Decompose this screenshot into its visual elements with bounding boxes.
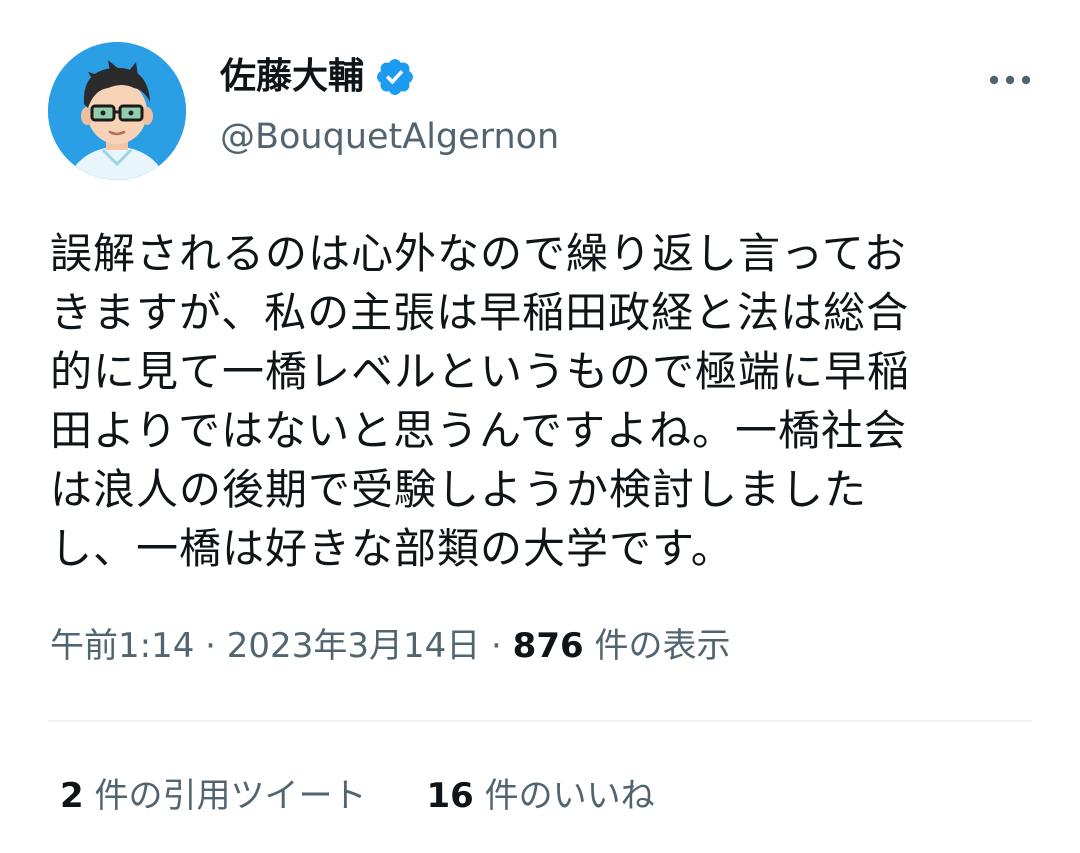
meta-separator: · — [491, 626, 502, 666]
user-handle[interactable]: @BouquetAlgernon — [220, 112, 559, 162]
more-horizontal-icon — [989, 75, 1031, 85]
more-options-button[interactable] — [980, 58, 1040, 102]
tweet-text-line: きますが、私の主張は早稲田政経と法は総合 — [50, 288, 910, 337]
likes-label: 件のいいね — [484, 776, 655, 816]
tweet-text-line: 誤解されるのは心外なので繰り返し言ってお — [50, 229, 907, 278]
avatar[interactable] — [48, 42, 186, 180]
likes-count: 16 — [426, 776, 474, 816]
meta-separator: · — [205, 626, 216, 666]
views-count: 876 — [512, 626, 584, 666]
tweet-text-line: は浪人の後期で受験しようか検討しました — [50, 465, 868, 514]
likes-link[interactable]: 16 件のいいね — [426, 770, 654, 822]
tweet-text-line: 的に見て一橋レベルというもので極端に早稲 — [50, 347, 911, 396]
tweet-time[interactable]: 午前1:14 — [50, 626, 194, 666]
tweet-meta: 午前1:14 · 2023年3月14日 · 876 件の表示 — [50, 620, 730, 672]
tweet-text-line: し、一橋は好きな部類の大学です。 — [50, 524, 734, 573]
avatar-illustration — [48, 42, 186, 180]
quotes-count: 2 — [60, 776, 84, 816]
divider — [48, 720, 1032, 722]
tweet-text: 誤解されるのは心外なので繰り返し言ってお きますが、私の主張は早稲田政経と法は総… — [50, 224, 1015, 578]
display-name[interactable]: 佐藤大輔 — [220, 52, 364, 102]
views-label: 件の表示 — [594, 626, 731, 666]
display-name-row: 佐藤大輔 — [220, 52, 416, 102]
engagement-stats: 2 件の引用ツイート 16 件のいいね — [60, 770, 655, 822]
quote-tweets-link[interactable]: 2 件の引用ツイート — [60, 770, 366, 822]
verified-badge-icon[interactable] — [374, 56, 416, 98]
tweet-text-line: 田よりではないと思うんですよね。一橋社会 — [50, 406, 908, 455]
tweet-date[interactable]: 2023年3月14日 — [227, 626, 480, 666]
quotes-label: 件の引用ツイート — [94, 776, 367, 816]
